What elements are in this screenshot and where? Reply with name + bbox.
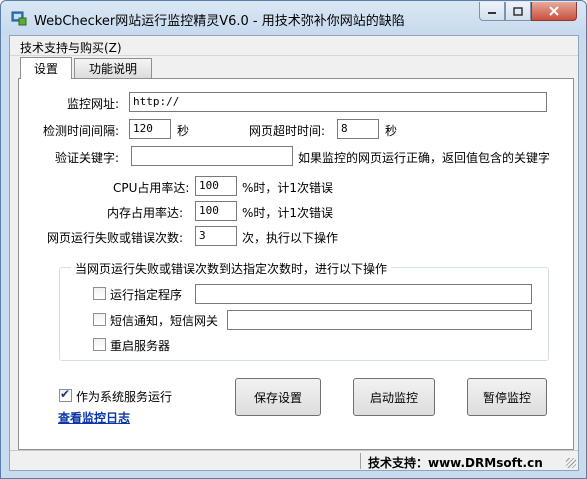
resize-grip-icon[interactable] — [566, 458, 576, 468]
tab-help[interactable]: 功能说明 — [74, 58, 152, 78]
run-program-checkbox[interactable] — [93, 287, 106, 300]
status-support-text: 技术支持：www.DRMsoft.cn — [368, 456, 543, 470]
tab-settings[interactable]: 设置 — [20, 57, 72, 79]
url-input[interactable]: http:// — [129, 92, 547, 112]
memory-input[interactable]: 100 — [195, 201, 237, 221]
sms-checkbox[interactable] — [93, 313, 106, 326]
menu-bar: 技术支持与购买(Z) — [10, 36, 578, 56]
minimize-button[interactable] — [479, 2, 505, 21]
sms-gateway-input[interactable] — [227, 310, 532, 330]
memory-label: 内存占用率达: — [107, 206, 184, 220]
title-bar[interactable]: WebChecker网站运行监控精灵V6.0 - 用技术弥补你网站的缺陷 — [1, 1, 586, 35]
interval-label: 检测时间间隔: — [43, 124, 120, 138]
memory-hint: %时，计1次错误 — [242, 206, 334, 220]
timeout-unit: 秒 — [385, 124, 398, 138]
client-area: 技术支持与购买(Z) 设置 功能说明 监控网址: http:// 检测时间间隔:… — [9, 35, 579, 471]
keyword-label: 验证关键字: — [55, 151, 120, 165]
keyword-input[interactable] — [131, 146, 293, 166]
timeout-input[interactable]: 8 — [337, 119, 379, 139]
cpu-hint: %时，计1次错误 — [242, 181, 334, 195]
run-program-label: 运行指定程序 — [110, 288, 183, 302]
restart-server-checkbox[interactable] — [93, 338, 106, 351]
view-log-link[interactable]: 查看监控日志 — [58, 409, 130, 426]
system-service-label: 作为系统服务运行 — [76, 390, 173, 404]
close-button[interactable] — [531, 2, 577, 21]
cpu-label: CPU占用率达: — [113, 181, 190, 195]
start-monitor-button[interactable]: 启动监控 — [353, 378, 435, 416]
maximize-icon — [513, 6, 523, 16]
fail-count-hint: 次，执行以下操作 — [242, 231, 339, 245]
system-service-checkbox[interactable] — [59, 387, 72, 402]
fail-count-input[interactable]: 3 — [195, 226, 237, 246]
minimize-icon — [488, 12, 496, 14]
run-program-input[interactable] — [195, 284, 532, 304]
interval-unit: 秒 — [177, 124, 190, 138]
status-divider — [360, 453, 361, 469]
pause-monitor-button[interactable]: 暂停监控 — [467, 378, 547, 416]
keyword-hint: 如果监控的网页运行正确，返回值包含的关键字 — [298, 151, 551, 165]
sms-label: 短信通知，短信网关 — [110, 314, 219, 328]
interval-input[interactable]: 120 — [129, 119, 171, 139]
settings-panel: 监控网址: http:// 检测时间间隔: 120 秒 网页超时时间: 8 秒 … — [18, 78, 574, 450]
close-icon — [549, 6, 559, 16]
restart-server-label: 重启服务器 — [110, 339, 171, 353]
action-group-title: 当网页运行失败或错误次数到达指定次数时，进行以下操作 — [71, 260, 392, 277]
app-window: WebChecker网站运行监控精灵V6.0 - 用技术弥补你网站的缺陷 技术支… — [0, 0, 587, 479]
status-bar: 技术支持：www.DRMsoft.cn — [10, 450, 578, 470]
save-settings-button[interactable]: 保存设置 — [235, 378, 321, 416]
timeout-label: 网页超时时间: — [249, 124, 326, 138]
cpu-input[interactable]: 100 — [195, 176, 237, 196]
fail-count-label: 网页运行失败或错误次数: — [47, 231, 184, 245]
window-title: WebChecker网站运行监控精灵V6.0 - 用技术弥补你网站的缺陷 — [34, 14, 405, 29]
maximize-button[interactable] — [505, 2, 531, 21]
url-label: 监控网址: — [67, 97, 120, 111]
menu-support-purchase[interactable]: 技术支持与购买(Z) — [20, 39, 122, 56]
app-icon — [11, 11, 27, 26]
